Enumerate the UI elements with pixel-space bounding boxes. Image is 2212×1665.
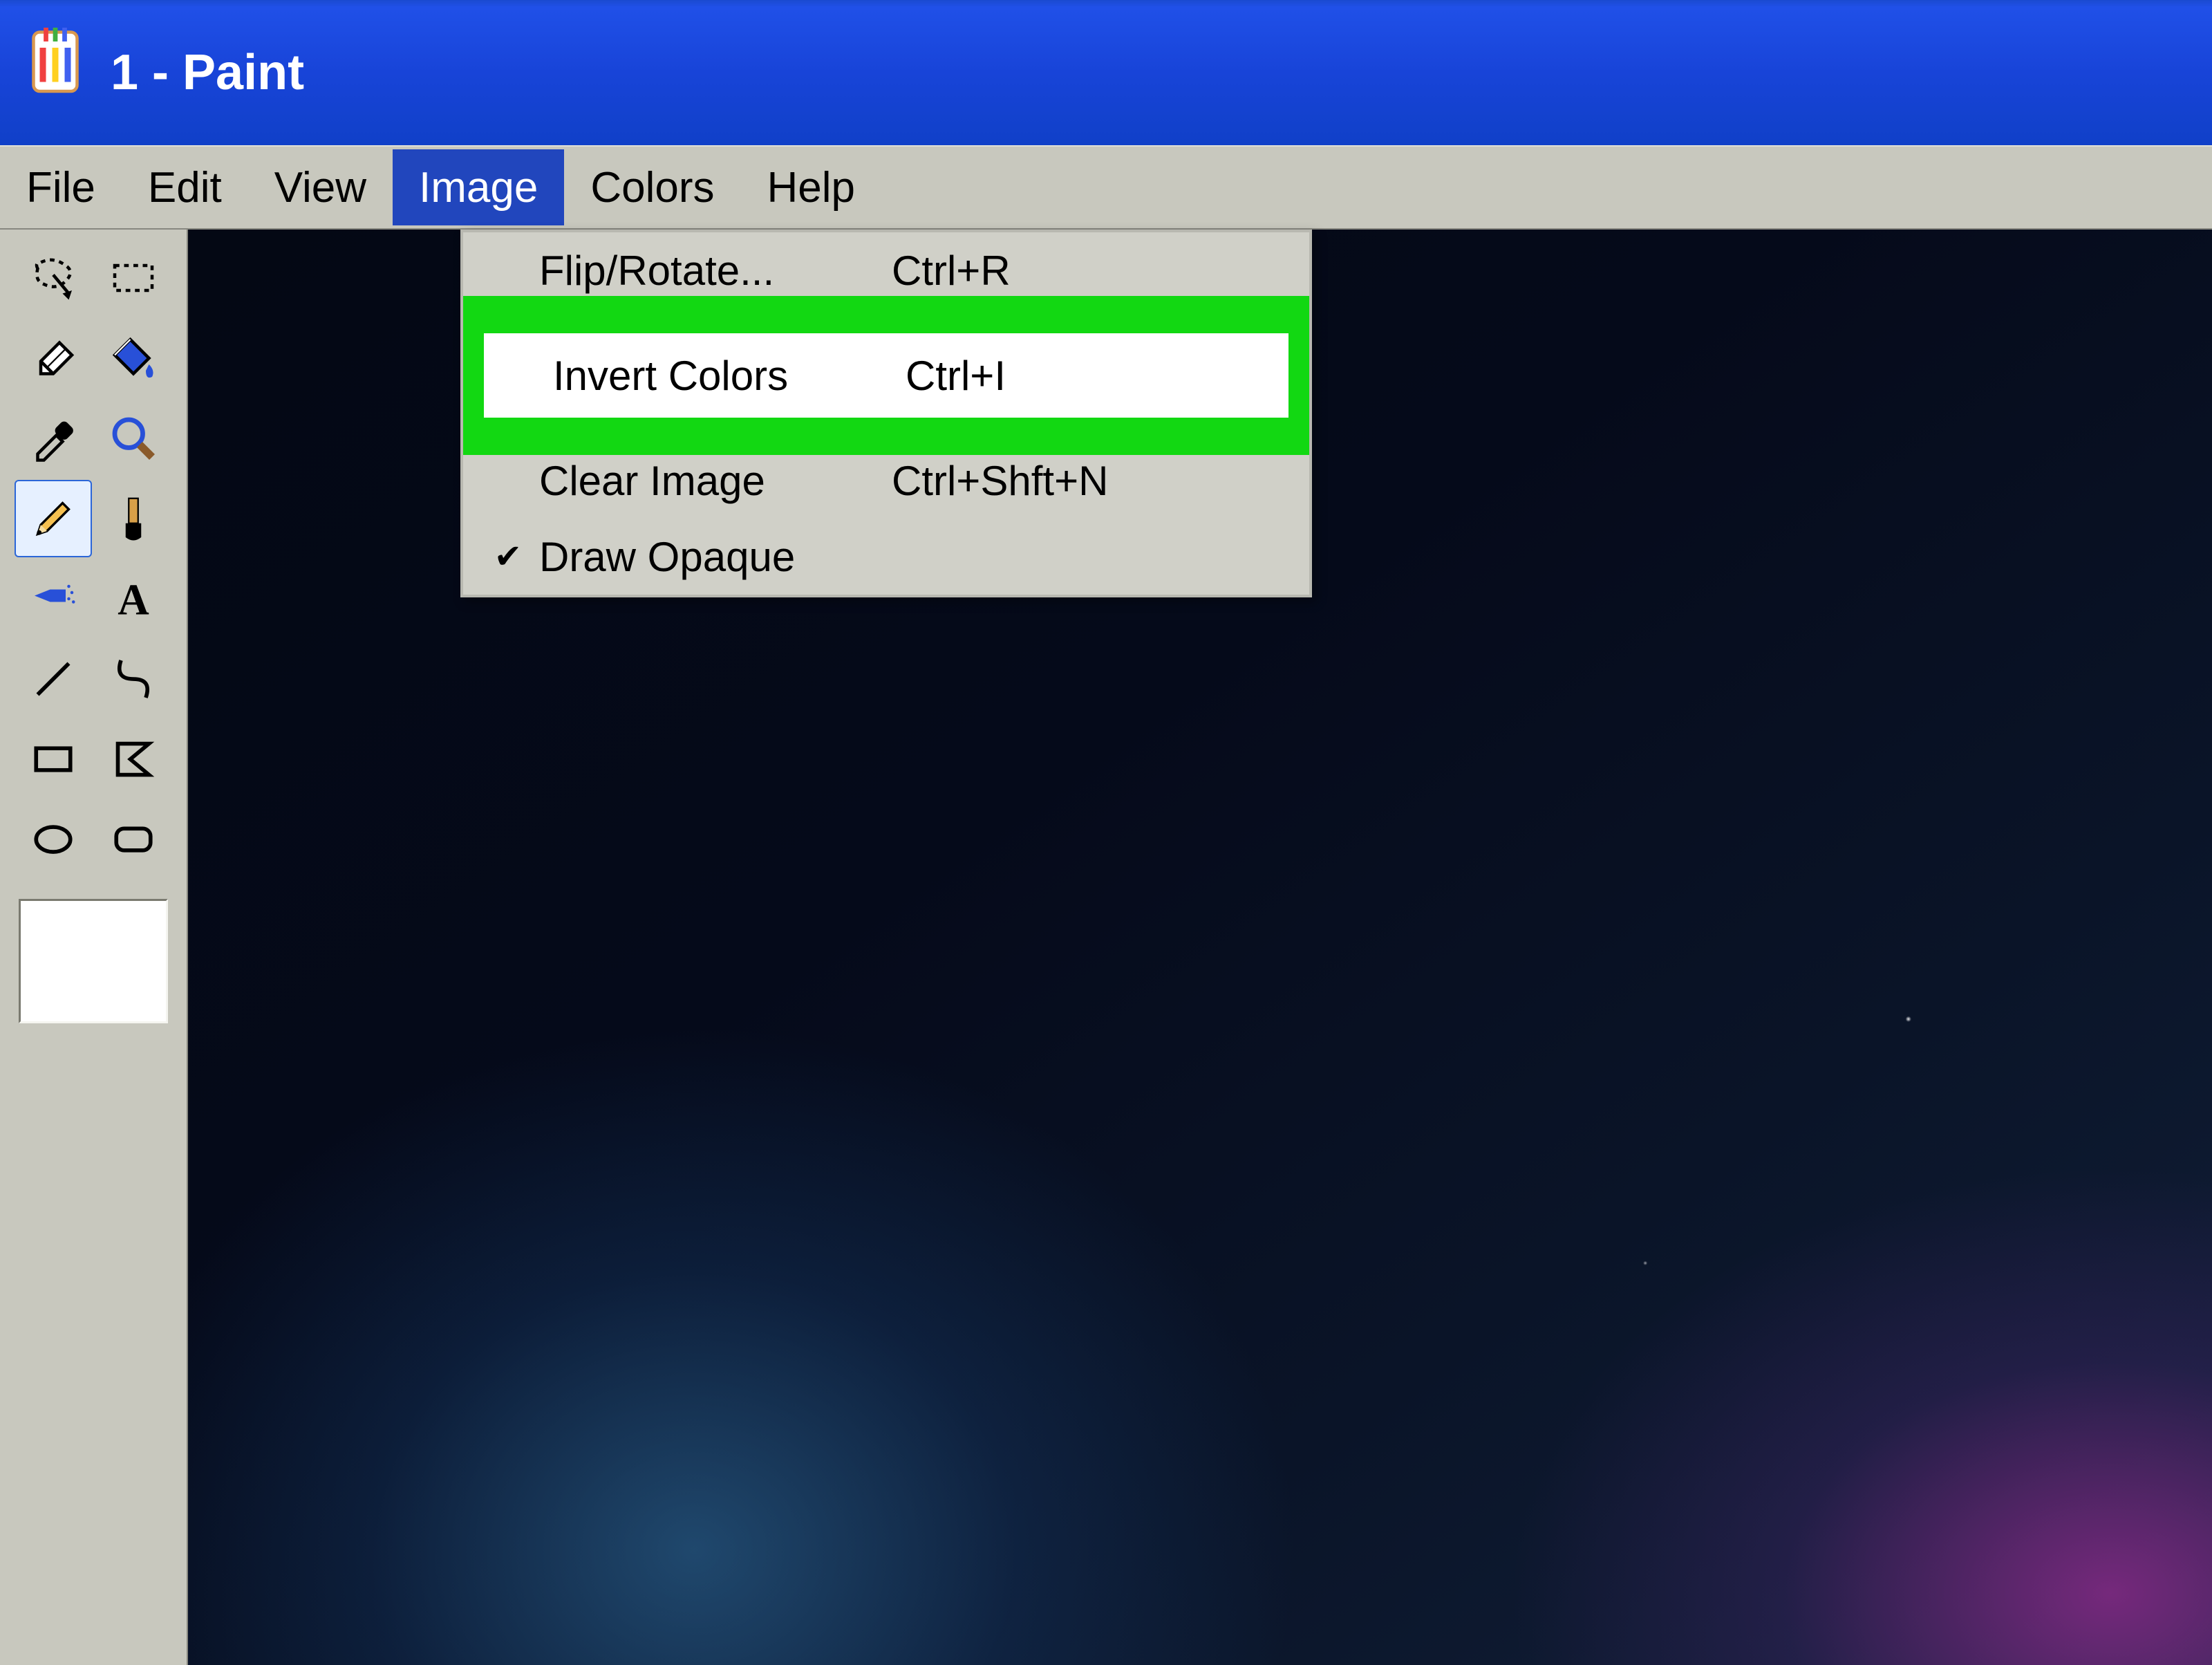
tool-polygon[interactable]	[95, 720, 172, 798]
menu-item-label: Clear Image	[532, 457, 892, 505]
svg-text:A: A	[118, 576, 149, 624]
paint-window: 1 - Paint File Edit View Image Colors He…	[0, 0, 2212, 1665]
menu-view[interactable]: View	[248, 149, 393, 225]
content-area: A	[0, 230, 2212, 1665]
titlebar[interactable]: 1 - Paint	[0, 0, 2212, 145]
tool-options-panel[interactable]	[19, 899, 168, 1023]
tool-fill[interactable]	[95, 319, 172, 397]
tool-eraser[interactable]	[15, 319, 92, 397]
tool-airbrush[interactable]	[15, 560, 92, 638]
tool-rectangle-select[interactable]	[95, 239, 172, 317]
menu-item-shortcut: Ctrl+R	[892, 247, 1309, 295]
menu-item-draw-opaque[interactable]: ✔ Draw Opaque	[463, 519, 1309, 595]
tool-free-form-select[interactable]	[15, 239, 92, 317]
tool-pencil[interactable]	[15, 480, 92, 557]
menu-item-shortcut: Ctrl+I	[906, 352, 1288, 400]
menu-item-shortcut: Ctrl+Shft+N	[892, 457, 1309, 505]
tool-magnifier[interactable]	[95, 400, 172, 477]
menu-image[interactable]: Image	[393, 149, 564, 225]
menu-edit[interactable]: Edit	[122, 149, 248, 225]
menu-colors[interactable]: Colors	[564, 149, 740, 225]
tool-ellipse[interactable]	[15, 801, 92, 878]
menu-help[interactable]: Help	[741, 149, 882, 225]
menubar: File Edit View Image Colors Help	[0, 145, 2212, 230]
tool-eyedropper[interactable]	[15, 400, 92, 477]
tool-brush[interactable]	[95, 480, 172, 557]
menu-file[interactable]: File	[0, 149, 122, 225]
tool-line[interactable]	[15, 640, 92, 718]
tool-curve[interactable]	[95, 640, 172, 718]
tool-text[interactable]: A	[95, 560, 172, 638]
menu-item-label: Flip/Rotate...	[532, 247, 892, 295]
menu-item-label: Invert Colors	[546, 352, 906, 400]
window-title: 1 - Paint	[111, 44, 304, 101]
app-icon	[21, 28, 90, 118]
menu-item-label: Draw Opaque	[532, 533, 892, 581]
highlight-marker: Invert Colors Ctrl+I	[463, 296, 1309, 455]
toolbox: A	[0, 230, 188, 1665]
image-menu-dropdown: Flip/Rotate... Ctrl+R Invert Colors Ctrl…	[460, 230, 1312, 597]
tool-rectangle[interactable]	[15, 720, 92, 798]
menu-item-clear-image[interactable]: Clear Image Ctrl+Shft+N	[463, 443, 1309, 519]
tool-rounded-rectangle[interactable]	[95, 801, 172, 878]
menu-item-invert-colors[interactable]: Invert Colors Ctrl+I	[484, 333, 1288, 418]
check-icon: ✔	[484, 537, 532, 576]
